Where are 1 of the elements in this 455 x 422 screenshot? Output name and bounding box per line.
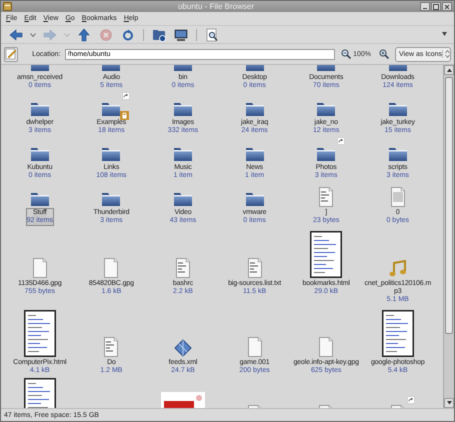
window-title: ubuntu - File Browser <box>176 2 256 11</box>
